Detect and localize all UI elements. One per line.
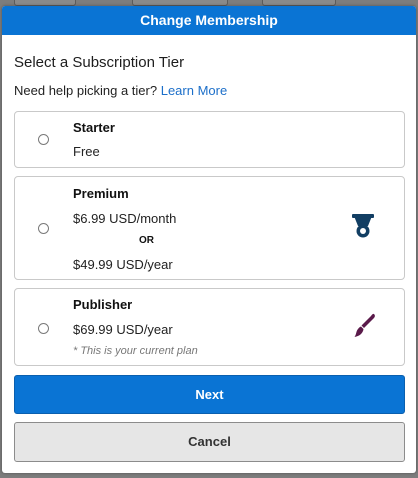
help-row: Need help picking a tier? Learn More — [14, 82, 405, 100]
radio-publisher[interactable] — [38, 323, 49, 334]
or-separator: OR — [139, 235, 154, 246]
change-membership-modal: Change Membership Select a Subscription … — [2, 6, 416, 473]
tier-name: Premium — [73, 186, 129, 201]
paintbrush-icon — [353, 313, 377, 344]
help-text: Need help picking a tier? — [14, 83, 158, 98]
tier-name: Starter — [73, 120, 115, 135]
modal-body: Select a Subscription Tier Need help pic… — [2, 53, 416, 462]
tier-price-yearly: $49.99 USD/year — [73, 257, 173, 272]
tier-option-starter[interactable]: Starter Free — [14, 111, 405, 168]
modal-title: Change Membership — [2, 6, 416, 35]
current-plan-note: * This is your current plan — [73, 345, 198, 357]
tier-price: $69.99 USD/year — [73, 322, 173, 337]
learn-more-link[interactable]: Learn More — [161, 83, 227, 98]
radio-premium[interactable] — [38, 223, 49, 234]
tier-price-monthly: $6.99 USD/month — [73, 211, 177, 226]
radio-starter[interactable] — [38, 134, 49, 145]
next-button[interactable]: Next — [14, 375, 405, 414]
tier-option-premium[interactable]: Premium $6.99 USD/month OR $49.99 USD/ye… — [14, 176, 405, 280]
medal-icon — [352, 214, 374, 245]
tier-price: Free — [73, 144, 100, 159]
tier-option-publisher[interactable]: Publisher $69.99 USD/year * This is your… — [14, 288, 405, 366]
cancel-button[interactable]: Cancel — [14, 422, 405, 462]
section-title: Select a Subscription Tier — [14, 54, 185, 71]
tier-name: Publisher — [73, 297, 133, 312]
